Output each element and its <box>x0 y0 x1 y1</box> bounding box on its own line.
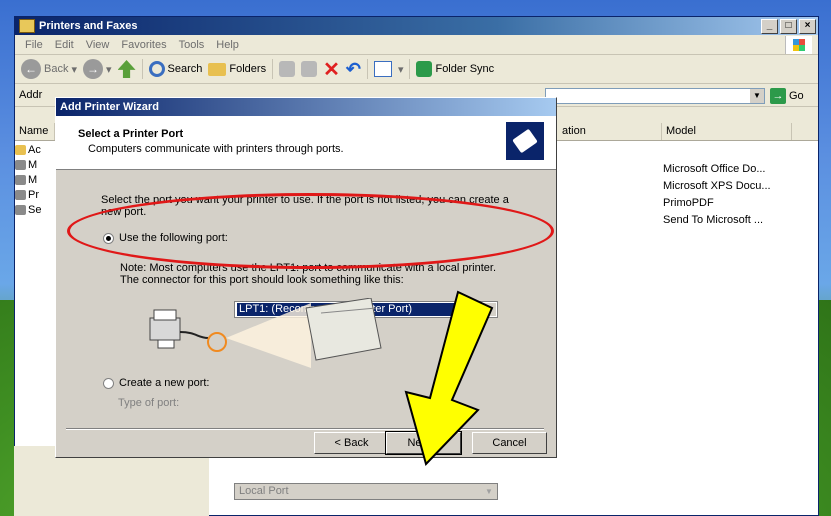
menu-help[interactable]: Help <box>210 39 245 51</box>
create-port-radio[interactable] <box>103 377 114 389</box>
menu-edit[interactable]: Edit <box>49 39 80 51</box>
folder-sync-button[interactable]: Folder Sync <box>416 61 494 77</box>
list-item[interactable]: Pr <box>15 188 39 201</box>
printer-icon <box>15 174 26 185</box>
chevron-down-icon: ▾ <box>71 63 77 76</box>
search-button[interactable]: Search <box>148 61 203 77</box>
port-highlight-icon <box>207 332 227 352</box>
printers-folder-icon <box>19 19 35 33</box>
printer-icon <box>15 159 26 170</box>
list-item[interactable]: Ac <box>15 143 41 156</box>
up-folder-icon[interactable] <box>117 60 136 78</box>
delete-icon[interactable]: ✕ <box>323 57 340 82</box>
toolbar-separator <box>141 59 143 79</box>
back-button[interactable]: ← Back ▾ <box>21 59 77 79</box>
views-icon[interactable] <box>373 61 392 77</box>
create-new-port-option[interactable]: Create a new port: <box>103 377 210 389</box>
printer-port-icon <box>506 122 544 160</box>
chevron-down-icon[interactable]: ▼ <box>750 89 764 103</box>
type-of-port-value: Local Port <box>239 485 289 497</box>
list-item[interactable]: Se <box>15 203 41 216</box>
back-label: Back <box>44 63 69 75</box>
maximize-button[interactable]: □ <box>780 19 797 34</box>
list-item[interactable]: M <box>15 158 37 171</box>
address-input[interactable]: ▼ <box>545 88 765 104</box>
address-label: Addr <box>19 89 43 101</box>
menu-view[interactable]: View <box>80 39 116 51</box>
wizard-page-title: Select a Printer Port <box>78 128 184 140</box>
forward-arrow-icon: → <box>83 59 103 79</box>
add-printer-icon <box>15 144 26 155</box>
list-item-label: Se <box>28 203 42 216</box>
column-location[interactable]: ation <box>558 123 662 140</box>
chevron-down-icon[interactable]: ▾ <box>398 63 404 76</box>
toolbar-separator <box>409 59 411 79</box>
menu-bar: File Edit View Favorites Tools Help <box>15 35 818 55</box>
window-titlebar[interactable]: Printers and Faxes _ □ × <box>15 17 818 35</box>
model-cell: Send To Microsoft ... <box>663 214 764 226</box>
wizard-page-subtitle: Computers communicate with printers thro… <box>88 143 344 155</box>
model-cell: Microsoft XPS Docu... <box>663 180 771 192</box>
lpt-connector-illustration <box>149 298 382 368</box>
printer-icon <box>149 317 181 341</box>
annotation-ellipse <box>67 193 554 269</box>
move-to-icon[interactable] <box>279 61 296 77</box>
menu-favorites[interactable]: Favorites <box>115 39 172 51</box>
chevron-down-icon: ▾ <box>106 63 112 76</box>
toolbar-separator <box>272 59 274 79</box>
folders-button[interactable]: Folders <box>208 62 267 76</box>
wizard-title[interactable]: Add Printer Wizard <box>56 98 556 116</box>
list-item-label: Ac <box>28 143 41 156</box>
wizard-header: Select a Printer Port Computers communic… <box>56 116 556 170</box>
list-item-label: Pr <box>28 188 39 201</box>
go-label: Go <box>789 90 804 102</box>
model-cell: Microsoft Office Do... <box>663 163 766 175</box>
search-label: Search <box>167 63 203 75</box>
menu-file[interactable]: File <box>19 39 49 51</box>
type-of-port-label: Type of port: <box>118 397 180 409</box>
toolbar: ← Back ▾ → ▾ Search Folders ✕ ↶ ▾ Folder… <box>15 55 818 84</box>
printer-icon <box>15 189 26 200</box>
search-icon <box>148 61 165 77</box>
copy-to-icon[interactable] <box>301 61 318 77</box>
go-arrow-icon: → <box>770 88 786 104</box>
column-name[interactable]: Name <box>15 123 55 140</box>
folder-icon <box>208 62 227 76</box>
windows-logo-icon <box>785 36 812 54</box>
folder-sync-label: Folder Sync <box>435 63 495 75</box>
go-button[interactable]: → Go <box>770 88 804 104</box>
list-item[interactable]: M <box>15 173 37 186</box>
printer-icon <box>15 204 26 215</box>
sync-icon <box>416 61 433 77</box>
annotation-arrow-icon <box>404 290 494 466</box>
menu-tools[interactable]: Tools <box>173 39 211 51</box>
folders-label: Folders <box>229 63 267 75</box>
column-model[interactable]: Model <box>662 123 792 140</box>
type-of-port-select[interactable]: Local Port ▼ <box>234 483 498 500</box>
minimize-button[interactable]: _ <box>761 19 778 34</box>
window-title: Printers and Faxes <box>39 20 138 32</box>
port-note-line2: The connector for this port should look … <box>120 274 404 286</box>
create-port-label: Create a new port: <box>119 377 210 389</box>
forward-button[interactable]: → ▾ <box>83 59 112 79</box>
close-button[interactable]: × <box>799 19 816 34</box>
list-item-label: M <box>28 158 38 171</box>
list-item-label: M <box>28 173 38 186</box>
toolbar-separator <box>366 59 368 79</box>
back-arrow-icon: ← <box>21 59 41 79</box>
undo-icon[interactable]: ↶ <box>346 59 361 80</box>
chevron-down-icon: ▼ <box>482 485 496 498</box>
model-cell: PrimoPDF <box>663 197 714 209</box>
